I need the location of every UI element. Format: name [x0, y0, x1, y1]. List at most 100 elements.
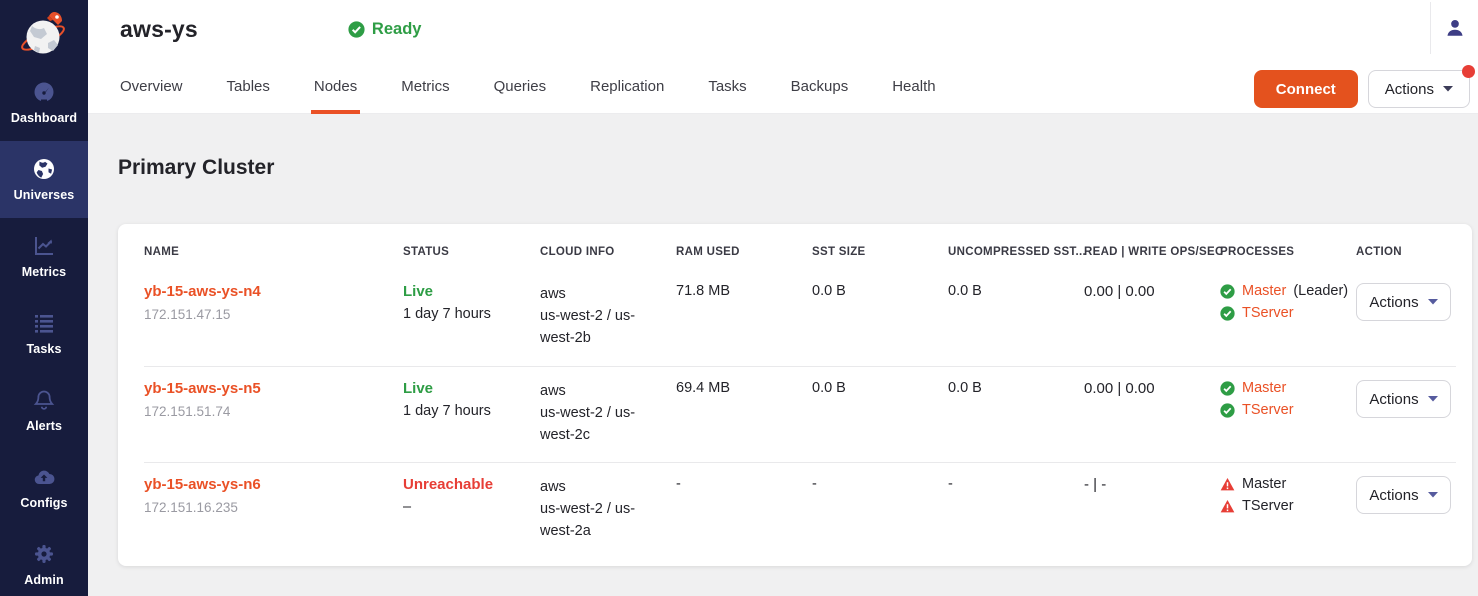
- sst-size-value: 0.0 B: [812, 380, 948, 396]
- tab-replication[interactable]: Replication: [590, 58, 664, 114]
- sidebar-item-label: Metrics: [22, 265, 66, 279]
- uncompressed-sst-value: -: [948, 476, 1084, 492]
- cloud-region: us-west-2 / us-west-2b: [540, 305, 650, 349]
- cloud-region: us-west-2 / us-west-2a: [540, 498, 650, 542]
- configs-cloud-icon: [32, 465, 56, 489]
- table-row-node-n4: yb-15-aws-ys-n4 172.151.47.15 Live 1 day…: [144, 270, 1456, 366]
- process-master-link[interactable]: Master: [1242, 283, 1286, 299]
- dashboard-icon: [32, 80, 56, 104]
- process-tserver-label: TServer: [1242, 498, 1294, 514]
- table-header-row: NAME STATUS CLOUD INFO RAM USED SST SIZE…: [144, 224, 1456, 270]
- sidebar-item-universes[interactable]: Universes: [0, 141, 88, 218]
- process-leader-suffix: (Leader): [1293, 283, 1348, 299]
- uncompressed-sst-value: 0.0 B: [948, 283, 1084, 299]
- sidebar-item-label: Configs: [20, 496, 67, 510]
- column-header-sst-size: SST SIZE: [812, 246, 948, 258]
- tab-nodes[interactable]: Nodes: [314, 58, 357, 114]
- node-name-link[interactable]: yb-15-aws-ys-n6: [144, 476, 261, 493]
- tab-overview[interactable]: Overview: [120, 58, 183, 114]
- process-master-link[interactable]: Master: [1242, 380, 1286, 396]
- tab-metrics[interactable]: Metrics: [401, 58, 449, 114]
- read-write-ops-value: 0.00 | 0.00: [1084, 380, 1220, 397]
- ram-used-value: 71.8 MB: [676, 283, 812, 299]
- column-header-name: NAME: [144, 246, 403, 258]
- column-header-read-write: READ | WRITE OPS/SEC: [1084, 246, 1220, 258]
- column-header-action: ACTION: [1356, 246, 1456, 258]
- nodes-content: Primary Cluster NAME STATUS CLOUD INFO R…: [88, 114, 1478, 596]
- sidebar-item-admin[interactable]: Admin: [0, 526, 88, 596]
- uncompressed-sst-value: 0.0 B: [948, 380, 1084, 396]
- alerts-bell-icon: [32, 388, 56, 412]
- node-status: Live: [403, 283, 540, 300]
- actions-button-label: Actions: [1369, 391, 1418, 408]
- node-name-link[interactable]: yb-15-aws-ys-n4: [144, 283, 261, 300]
- cloud-provider: aws: [540, 283, 676, 305]
- ram-used-value: -: [676, 476, 812, 492]
- node-name-link[interactable]: yb-15-aws-ys-n5: [144, 380, 261, 397]
- universe-header: aws-ys Ready Overview Table: [88, 0, 1478, 114]
- sidebar-item-configs[interactable]: Configs: [0, 449, 88, 526]
- check-circle-icon: [1220, 306, 1235, 321]
- sidebar-item-alerts[interactable]: Alerts: [0, 372, 88, 449]
- node-uptime: 1 day 7 hours: [403, 403, 540, 419]
- node-actions-button[interactable]: Actions: [1356, 476, 1451, 514]
- actions-button-label: Actions: [1369, 487, 1418, 504]
- tab-tasks[interactable]: Tasks: [708, 58, 746, 114]
- universe-status-badge: Ready: [348, 20, 422, 39]
- column-header-status: STATUS: [403, 246, 540, 258]
- sidebar-item-label: Alerts: [26, 419, 62, 433]
- actions-button-label: Actions: [1369, 294, 1418, 311]
- warning-triangle-icon: [1220, 499, 1235, 514]
- node-uptime: 1 day 7 hours: [403, 306, 540, 322]
- column-header-processes: PROCESSES: [1220, 246, 1356, 258]
- sidebar: Dashboard Universes Metrics: [0, 0, 88, 596]
- check-circle-icon: [1220, 381, 1235, 396]
- user-icon: [1444, 17, 1466, 39]
- universe-title: aws-ys: [120, 16, 198, 43]
- read-write-ops-value: - | -: [1084, 476, 1220, 493]
- column-header-cloud-info: CLOUD INFO: [540, 246, 676, 258]
- user-menu[interactable]: [1430, 2, 1478, 54]
- node-ip: 172.151.51.74: [144, 404, 403, 419]
- tab-queries[interactable]: Queries: [494, 58, 547, 114]
- node-actions-button[interactable]: Actions: [1356, 380, 1451, 418]
- tasks-list-icon: [32, 311, 56, 335]
- node-ip: 172.151.47.15: [144, 307, 403, 322]
- tab-health[interactable]: Health: [892, 58, 935, 114]
- node-actions-button[interactable]: Actions: [1356, 283, 1451, 321]
- table-row-node-n6: yb-15-aws-ys-n6 172.151.16.235 Unreachab…: [144, 462, 1456, 566]
- main-area: aws-ys Ready Overview Table: [88, 0, 1478, 596]
- nodes-table-card: NAME STATUS CLOUD INFO RAM USED SST SIZE…: [118, 224, 1472, 566]
- column-header-uncompressed-sst: UNCOMPRESSED SST...: [948, 246, 1084, 258]
- process-master-label: Master: [1242, 476, 1286, 492]
- universe-status-text: Ready: [372, 20, 422, 39]
- tab-tables[interactable]: Tables: [227, 58, 270, 114]
- notification-dot: [1462, 65, 1475, 78]
- process-tserver-link[interactable]: TServer: [1242, 305, 1294, 321]
- cloud-region: us-west-2 / us-west-2c: [540, 402, 650, 446]
- caret-down-icon: [1428, 492, 1438, 498]
- read-write-ops-value: 0.00 | 0.00: [1084, 283, 1220, 300]
- app-window: Dashboard Universes Metrics: [0, 0, 1478, 596]
- sidebar-item-metrics[interactable]: Metrics: [0, 218, 88, 295]
- connect-button[interactable]: Connect: [1254, 70, 1358, 108]
- yugabyte-logo-icon[interactable]: [0, 0, 88, 64]
- check-circle-icon: [1220, 284, 1235, 299]
- process-tserver-link[interactable]: TServer: [1242, 402, 1294, 418]
- tab-backups[interactable]: Backups: [791, 58, 849, 114]
- node-ip: 172.151.16.235: [144, 500, 403, 515]
- sidebar-item-label: Admin: [24, 573, 63, 587]
- node-status: Unreachable: [403, 476, 540, 493]
- caret-down-icon: [1428, 299, 1438, 305]
- sidebar-item-label: Dashboard: [11, 111, 77, 125]
- universe-actions-button[interactable]: Actions: [1368, 70, 1470, 108]
- sst-size-value: 0.0 B: [812, 283, 948, 299]
- caret-down-icon: [1428, 396, 1438, 402]
- node-uptime: –: [403, 499, 540, 515]
- universe-tabs: Overview Tables Nodes Metrics Queries Re…: [88, 58, 1478, 114]
- warning-triangle-icon: [1220, 477, 1235, 492]
- node-status: Live: [403, 380, 540, 397]
- actions-button-label: Actions: [1385, 81, 1434, 98]
- sidebar-item-tasks[interactable]: Tasks: [0, 295, 88, 372]
- sidebar-item-dashboard[interactable]: Dashboard: [0, 64, 88, 141]
